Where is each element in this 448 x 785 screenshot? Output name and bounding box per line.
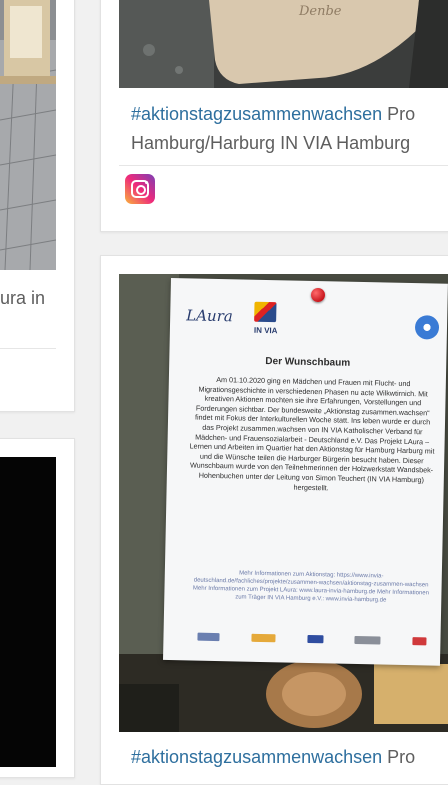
divider	[0, 348, 56, 349]
partner-logo-icon	[414, 315, 440, 340]
post-photo-street[interactable]	[0, 0, 56, 270]
cardboard-handwriting: Denbe	[299, 4, 342, 19]
esf-logo-icon	[251, 633, 276, 643]
post-caption-line2: Hamburg/Harburg IN VIA Hamburg	[131, 129, 410, 157]
caption-text: Pro	[382, 104, 416, 124]
sponsor-logo-icon	[197, 632, 220, 642]
instagram-icon[interactable]	[125, 174, 155, 204]
caption-text: ura in	[0, 288, 46, 308]
hashtag-link[interactable]: #aktionstagzusammenwachsen	[131, 747, 382, 767]
notice-body: Am 01.10.2020 ging en Mädchen und Frauen…	[189, 374, 435, 492]
wunschbaum-notice: LAura IN VIA Der Wunschbaum Am 01.10.202…	[163, 278, 448, 666]
red-pushpin	[311, 288, 325, 302]
invia-logo-text: IN VIA	[253, 325, 278, 336]
notice-info-links: Mehr Informationen zum Aktionstag: https…	[192, 570, 430, 604]
post-photo-cardboard[interactable]: Denbe	[119, 0, 448, 88]
laura-logo: LAura	[186, 306, 233, 326]
post-caption-partial: ura in	[0, 284, 45, 312]
post-caption: #aktionstagzusammenwachsen Pro	[131, 100, 415, 128]
invia-logo-icon	[254, 301, 277, 323]
sponsor-logo-icon	[354, 635, 381, 645]
cardboard-photo-graphic	[119, 0, 448, 88]
sponsor-logos	[197, 631, 427, 648]
divider	[119, 165, 448, 166]
caption-text: Pro	[382, 747, 416, 767]
street-photo-graphic	[0, 0, 56, 270]
eu-flag-icon	[306, 634, 324, 644]
post-photo-dark[interactable]	[0, 457, 56, 767]
notice-title: Der Wunschbaum	[265, 355, 351, 369]
caption-text: Hamburg/Harburg IN VIA Hamburg	[131, 133, 411, 153]
hashtag-link[interactable]: #aktionstagzusammenwachsen	[131, 104, 382, 124]
sponsor-logo-icon	[412, 637, 427, 646]
